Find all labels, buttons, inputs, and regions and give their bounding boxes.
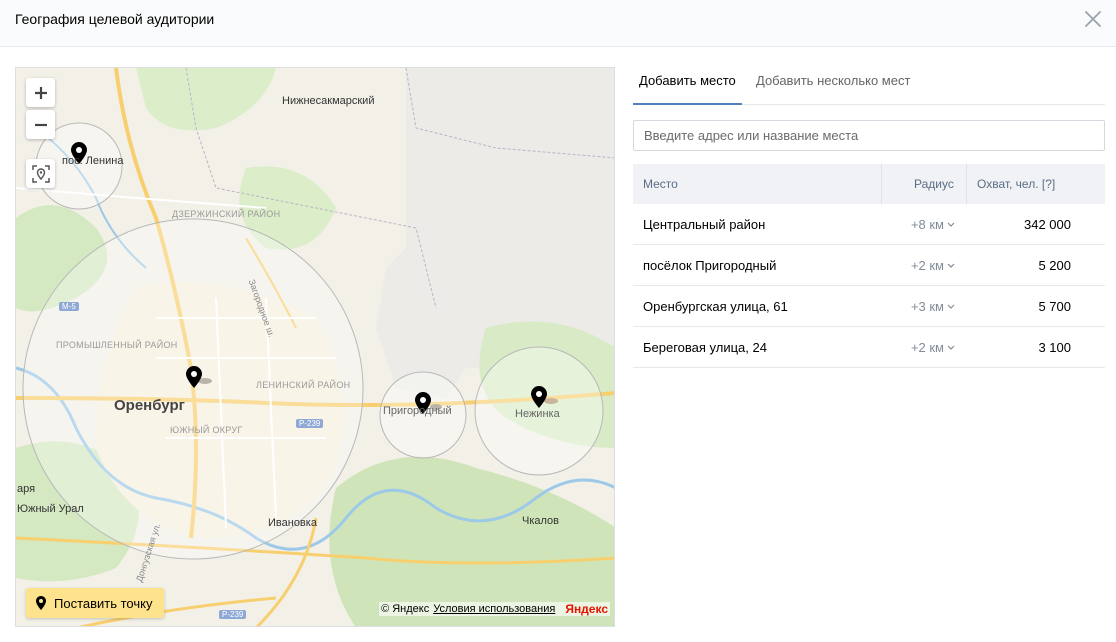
map-label-nizhnesakmarsky: Нижнесакмарский (282, 95, 375, 107)
geolocation-button[interactable] (26, 159, 55, 188)
map-copyright: © Яндекс Условия использования Яндекс (379, 602, 610, 616)
tab-add-place[interactable]: Добавить место (639, 73, 736, 88)
table-row: Оренбургская улица, 61 +3 км 5 700 (633, 286, 1105, 327)
chevron-down-icon (947, 304, 955, 309)
place-point-button[interactable]: Поставить точку (26, 588, 165, 618)
place-name: Береговая улица, 24 (643, 340, 767, 355)
map-label-yuzhny-ural: Южный Урал (17, 503, 84, 515)
column-divider (881, 164, 882, 204)
close-icon[interactable] (1084, 10, 1102, 28)
radius-dropdown[interactable]: +3 км (911, 299, 955, 314)
column-header-reach[interactable]: Охват, чел. [?] (977, 177, 1055, 191)
yandex-logo[interactable]: Яндекс (565, 602, 608, 616)
place-name: Оренбургская улица, 61 (643, 299, 788, 314)
place-name: посёлок Пригородный (643, 258, 777, 273)
modal-header: География целевой аудитории (0, 0, 1116, 47)
zoom-in-button[interactable] (26, 78, 55, 107)
terms-link[interactable]: Условия использования (433, 603, 555, 615)
active-tab-indicator (633, 103, 742, 105)
map-pin-icon[interactable] (186, 366, 202, 388)
map-label-nezhinka: Нежинка (515, 408, 560, 420)
pin-icon (36, 596, 46, 610)
map-label-orenburg: Оренбург (114, 397, 185, 414)
map-label-chkalov: Чкалов (522, 515, 560, 527)
map-label-leninsky: ЛЕНИНСКИЙ РАЙОН (256, 380, 351, 390)
map-label-prigorodny: Пригородный (383, 405, 452, 417)
map-pin-icon[interactable] (531, 386, 547, 408)
table-row: Центральный район +8 км 342 000 (633, 204, 1105, 245)
chevron-down-icon (947, 263, 955, 268)
column-divider (966, 164, 967, 204)
place-point-label: Поставить точку (54, 595, 153, 611)
geolocation-icon (31, 164, 50, 183)
radius-value: +2 км (910, 258, 944, 273)
map-label-m5: М-5 (59, 302, 79, 311)
copyright-text: © Яндекс (381, 603, 430, 615)
reach-value: 5 700 (1038, 299, 1071, 314)
address-search-input[interactable] (633, 120, 1105, 151)
map-label-pos-lenina: пос. Ленина (62, 155, 124, 167)
radius-dropdown[interactable]: +2 км (911, 258, 955, 273)
map-label-ivanovka: Ивановка (268, 517, 317, 529)
chevron-down-icon (947, 345, 955, 350)
radius-dropdown[interactable]: +8 км (911, 217, 955, 232)
map-label-dzerzhinsky: ДЗЕРЖИНСКИЙ РАЙОН (172, 209, 281, 219)
tabs: Добавить место Добавить несколько мест (633, 60, 1105, 105)
reach-value: 5 200 (1038, 258, 1071, 273)
minus-icon (34, 123, 47, 126)
table-header: Место Радиус Охват, чел. [?] (633, 164, 1105, 204)
reach-value: 342 000 (1024, 217, 1071, 232)
zoom-out-button[interactable] (26, 110, 55, 139)
reach-value: 3 100 (1038, 340, 1071, 355)
tab-add-multiple-places[interactable]: Добавить несколько мест (756, 73, 910, 88)
column-header-radius: Радиус (914, 177, 954, 191)
map-label-arya: аря (17, 483, 36, 495)
radius-dropdown[interactable]: +2 км (911, 340, 955, 355)
radius-value: +2 км (910, 340, 944, 355)
map-label-yuzhny: ЮЖНЫЙ ОКРУГ (170, 425, 243, 435)
map-label-r239: Р-239 (296, 419, 324, 428)
map-label-r239-south: Р-239 (219, 610, 247, 619)
column-header-place: Место (643, 177, 678, 191)
places-table: Место Радиус Охват, чел. [?] Центральный… (633, 164, 1105, 368)
table-row: Береговая улица, 24 +2 км 3 100 (633, 327, 1105, 368)
map-label-promyshlenny: ПРОМЫШЛЕННЫЙ РАЙОН (56, 340, 178, 350)
place-name: Центральный район (643, 217, 766, 232)
map[interactable]: Нижнесакмарский пос. Ленина ДЗЕРЖИНСКИЙ … (15, 67, 615, 627)
table-row: посёлок Пригородный +2 км 5 200 (633, 245, 1105, 286)
places-panel: Добавить место Добавить несколько мест М… (633, 60, 1105, 368)
radius-value: +8 км (910, 217, 944, 232)
chevron-down-icon (947, 222, 955, 227)
plus-icon (34, 86, 47, 99)
modal-title: География целевой аудитории (15, 11, 215, 27)
radius-value: +3 км (910, 299, 944, 314)
